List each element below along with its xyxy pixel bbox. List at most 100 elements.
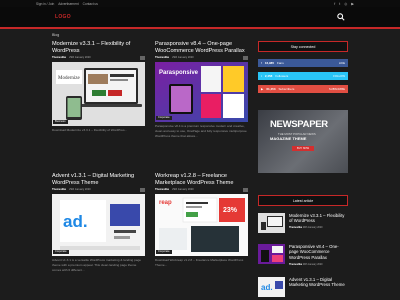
latest-title[interactable]: Parasponsive v8.4 – One-page WooCommerce… xyxy=(289,244,347,260)
stay-connected-title: Stay connected xyxy=(258,41,348,52)
latest-meta: Themeslike 29th January 2020 xyxy=(289,226,323,229)
top-bar: Sign in / Join Advertisement Contact us … xyxy=(0,0,400,7)
latest-title[interactable]: Modernize v3.3.1 – Flexibility of WordPr… xyxy=(289,213,347,224)
category-badge[interactable]: Corporate xyxy=(53,249,69,254)
twitter-icon[interactable]: t xyxy=(339,2,340,6)
header-divider xyxy=(0,27,400,29)
post-meta: Themeslike 29th January 2020 xyxy=(155,187,248,192)
category-badge[interactable]: Corporate xyxy=(156,115,172,120)
top-social: f t ◎ ▶ xyxy=(334,2,354,6)
post-thumbnail[interactable]: Modernize Business xyxy=(52,61,145,126)
advertisement-link[interactable]: Advertisement xyxy=(58,2,78,6)
facebook-fans-row[interactable]: f 16,985 Fans LIKE xyxy=(258,59,348,67)
ad-buy-button[interactable]: BUY NOW xyxy=(292,146,314,151)
instagram-icon[interactable]: ◎ xyxy=(344,2,347,6)
latest-thumb-image: ad. xyxy=(258,277,285,297)
search-icon[interactable] xyxy=(337,13,345,21)
latest-article-title: Latest article xyxy=(258,195,348,206)
post-title[interactable]: Workreap v1.2.8 – Freelance Marketplace … xyxy=(155,173,248,186)
like-button[interactable]: LIKE xyxy=(339,61,345,65)
post-author[interactable]: Themeslike xyxy=(155,56,169,59)
post-excerpt: Parasponsive v8.4 is a premium responsiv… xyxy=(155,124,247,139)
post-card: Modernize v3.3.1 – Flexibility of WordPr… xyxy=(52,41,145,133)
latest-date: 29th January 2020 xyxy=(302,226,323,229)
latest-author[interactable]: Themeslike xyxy=(289,263,302,266)
top-links: Sign in / Join Advertisement Contact us xyxy=(36,2,98,6)
latest-article-item[interactable]: Parasponsive v8.4 – One-page WooCommerce… xyxy=(258,244,348,270)
contact-link[interactable]: Contact us xyxy=(83,2,98,6)
latest-article-item[interactable]: Modernize v3.3.1 – Flexibility of WordPr… xyxy=(258,213,348,239)
post-date: 29th January 2020 xyxy=(69,56,91,60)
subscribe-button[interactable]: SUBSCRIBE xyxy=(329,87,345,91)
svg-text:Parasponsive: Parasponsive xyxy=(159,70,199,76)
fans-label: Fans xyxy=(277,61,284,65)
comment-count-icon[interactable] xyxy=(140,55,145,60)
follow-button[interactable]: FOLLOW xyxy=(333,74,345,78)
comment-count-icon[interactable] xyxy=(243,55,248,60)
sign-in-link[interactable]: Sign in / Join xyxy=(36,2,54,6)
svg-text:23%: 23% xyxy=(223,207,238,214)
subscribers-count: 61,453 xyxy=(266,87,276,91)
post-title[interactable]: Advent v1.3.1 – Digital Marketing WordPr… xyxy=(52,173,145,186)
post-author[interactable]: Themeslike xyxy=(155,188,169,191)
youtube-icon[interactable]: ▶ xyxy=(351,2,354,6)
latest-title[interactable]: Advent v1.3.1 – Digital Marketing WordPr… xyxy=(289,277,347,288)
post-card: Parasponsive v8.4 – One-page WooCommerce… xyxy=(155,41,248,139)
post-meta: Themeslike 29th January 2020 xyxy=(52,55,145,60)
latest-thumbnail[interactable] xyxy=(258,244,285,264)
latest-thumb-image xyxy=(258,213,285,233)
post-card: Advent v1.3.1 – Digital Marketing WordPr… xyxy=(52,173,145,273)
category-badge[interactable]: Corporate xyxy=(156,249,172,254)
category-badge[interactable]: Business xyxy=(53,119,68,124)
post-meta: Themeslike 29th January 2020 xyxy=(52,187,145,192)
post-excerpt: Download Modernize v3.3.1 – Flexibility … xyxy=(52,128,128,133)
svg-text:reap: reap xyxy=(159,200,172,206)
latest-thumbnail[interactable]: ad. xyxy=(258,277,285,297)
post-author[interactable]: Themeslike xyxy=(52,188,66,191)
ad-brand: NEWSPAPER xyxy=(270,119,328,130)
post-title[interactable]: Parasponsive v8.4 – One-page WooCommerce… xyxy=(155,41,248,54)
post-excerpt: Download Workreap v1.2.8 – Freelance Mar… xyxy=(155,258,244,268)
post-date: 29th January 2020 xyxy=(172,56,194,60)
latest-thumbnail[interactable] xyxy=(258,213,285,233)
post-card: Workreap v1.2.8 – Freelance Marketplace … xyxy=(155,173,248,268)
latest-meta: Themeslike 29th January 2020 xyxy=(289,263,323,266)
followers-count: 2,458 xyxy=(264,74,273,78)
post-date: 29th January 2020 xyxy=(69,188,91,192)
comment-count-icon[interactable] xyxy=(243,187,248,192)
newspaper-ad-banner[interactable]: NEWSPAPER THE MOST POPULAR NEWS MAGAZINE… xyxy=(258,110,348,173)
twitter-followers-row[interactable]: t 2,458 Followers FOLLOW xyxy=(258,72,348,80)
subscribers-label: Subscribers xyxy=(278,87,295,91)
latest-thumb-image xyxy=(258,244,285,264)
latest-author[interactable]: Themeslike xyxy=(289,226,302,229)
fans-count: 16,985 xyxy=(264,61,275,65)
ad-tagline-2: MAGAZINE THEME xyxy=(270,136,307,141)
post-title[interactable]: Modernize v3.3.1 – Flexibility of WordPr… xyxy=(52,41,145,54)
svg-text:ad.: ad. xyxy=(63,212,88,231)
latest-article-item[interactable]: ad. Advent v1.3.1 – Digital Marketing Wo… xyxy=(258,277,348,300)
post-thumbnail[interactable]: Parasponsive Corporate xyxy=(155,61,248,122)
post-excerpt: Advent v1.3.1 is a versatile WordPress m… xyxy=(52,258,142,273)
breadcrumb[interactable]: Blog xyxy=(52,33,59,37)
post-meta: Themeslike 29th January 2020 xyxy=(155,55,248,60)
youtube-icon: ▶ xyxy=(261,87,264,91)
twitter-icon: t xyxy=(261,74,262,78)
site-logo[interactable]: LOGO xyxy=(55,14,71,20)
theme-preview-image: ad. xyxy=(52,193,145,256)
post-author[interactable]: Themeslike xyxy=(52,56,66,59)
svg-text:ad.: ad. xyxy=(261,283,273,292)
header: LOGO xyxy=(0,7,400,27)
facebook-icon[interactable]: f xyxy=(334,2,335,6)
theme-preview-image: reap 23% xyxy=(155,193,248,256)
followers-label: Followers xyxy=(275,74,289,78)
post-thumbnail[interactable]: ad. Corporate xyxy=(52,193,145,256)
comment-count-icon[interactable] xyxy=(140,187,145,192)
youtube-subscribers-row[interactable]: ▶ 61,453 Subscribers SUBSCRIBE xyxy=(258,85,348,93)
facebook-icon: f xyxy=(261,61,262,65)
latest-date: 29th January 2020 xyxy=(302,263,323,266)
post-thumbnail[interactable]: reap 23% Corporate xyxy=(155,193,248,256)
laptop-mockup-image: Modernize xyxy=(52,61,145,126)
post-date: 29th January 2020 xyxy=(172,188,194,192)
svg-text:Modernize: Modernize xyxy=(58,76,80,81)
theme-preview-image: Parasponsive xyxy=(155,61,248,122)
